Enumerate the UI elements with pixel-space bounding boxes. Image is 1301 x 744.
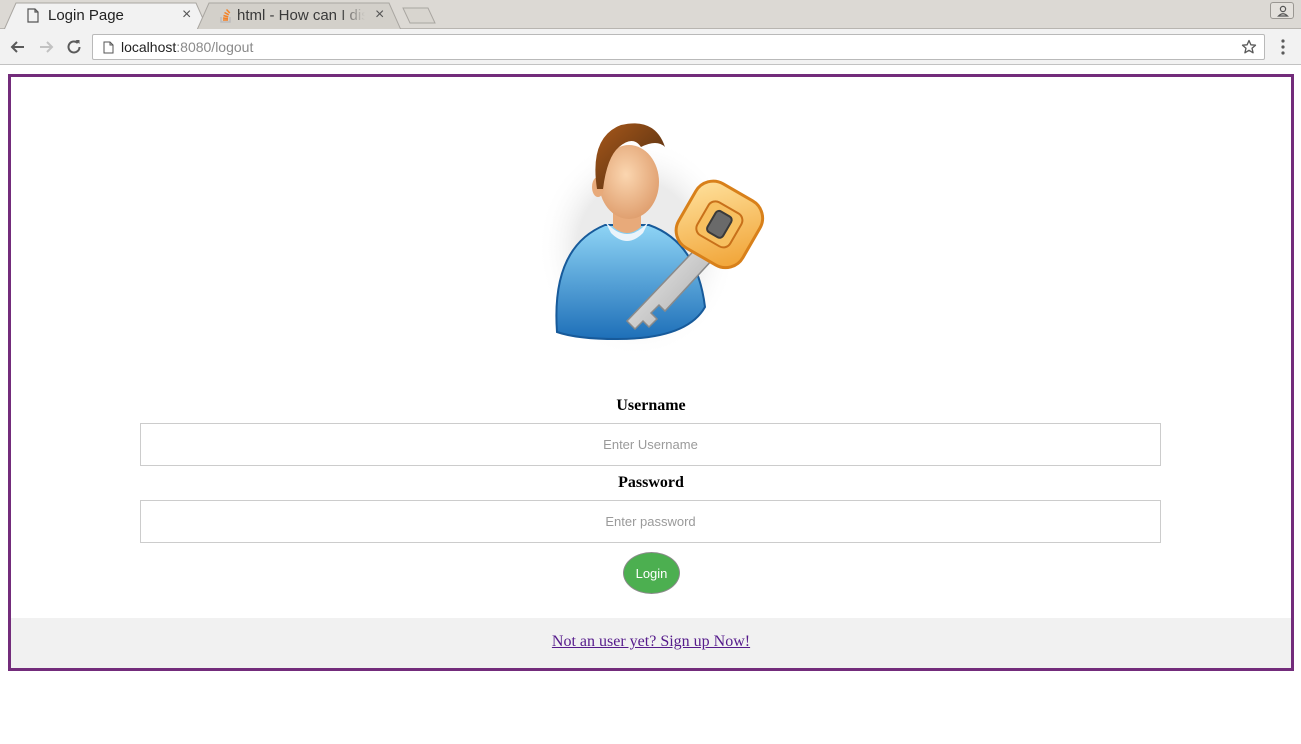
menu-dots-icon[interactable] [1276,38,1290,56]
page-icon [27,8,39,23]
close-icon[interactable]: × [375,6,384,24]
password-label: Password [618,474,684,491]
signup-footer: Not an user yet? Sign up Now! [11,618,1291,668]
signup-link[interactable]: Not an user yet? Sign up Now! [552,633,750,650]
url-path: :8080/logout [176,39,254,55]
username-input[interactable] [140,423,1161,466]
back-arrow-icon[interactable] [8,37,28,57]
new-tab-button[interactable] [402,7,436,24]
stackoverflow-icon [220,8,231,23]
close-icon[interactable]: × [182,6,191,24]
tab-title: html - How can I dis [237,7,365,24]
username-label: Username [616,397,686,414]
password-input[interactable] [140,500,1161,543]
star-icon[interactable] [1241,39,1257,55]
user-with-key-icon [537,123,765,357]
profile-button[interactable] [1270,2,1294,19]
url-text: localhost:8080/logout [121,39,253,55]
tab-strip: Login Page × html - How can I dis × [0,0,1301,30]
browser-toolbar: localhost:8080/logout [0,29,1301,65]
tab-stackoverflow[interactable]: html - How can I dis × [197,2,402,30]
avatar [537,107,777,357]
url-host: localhost [121,39,177,55]
signup-link-wrap: Not an user yet? Sign up Now! [11,633,1291,651]
login-button[interactable]: Login [623,552,680,594]
address-bar[interactable]: localhost:8080/logout [92,34,1265,60]
login-container: Username Password Login Not an user yet?… [8,74,1294,671]
reload-icon[interactable] [64,37,84,57]
tab-login-page[interactable]: Login Page × [4,2,209,30]
page-icon [103,41,114,54]
person-icon [1277,5,1289,17]
forward-arrow-icon[interactable] [36,37,56,57]
tab-title: Login Page [48,7,124,24]
